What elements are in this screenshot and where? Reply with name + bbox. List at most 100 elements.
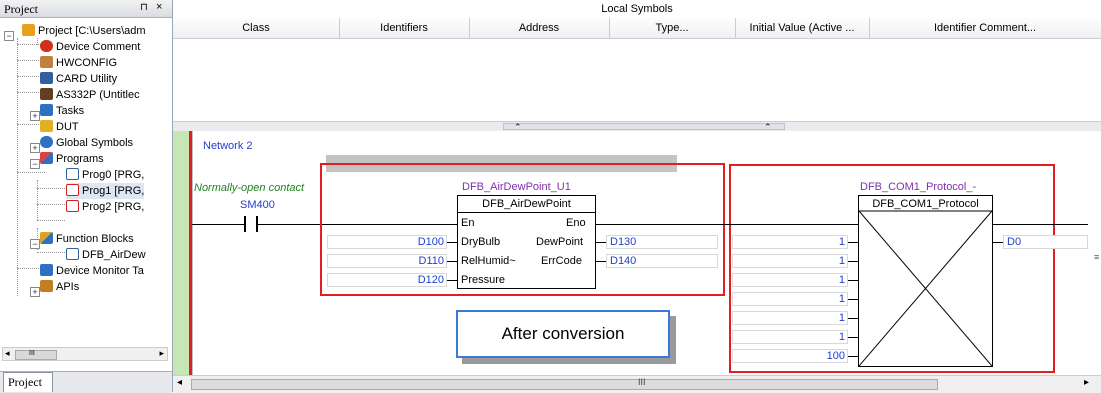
tree-item-global-symbols[interactable]: Global Symbols <box>40 135 133 151</box>
column-header-type[interactable]: Type... <box>609 18 736 38</box>
fb2-input[interactable]: 1 <box>732 254 848 268</box>
pin-wire <box>596 242 606 243</box>
resize-grip-icon[interactable]: ≡ <box>1094 252 1099 262</box>
column-header-identifier-comment[interactable]: Identifier Comment... <box>869 18 1101 38</box>
scroll-left-arrow-icon[interactable]: ◂ <box>177 377 182 388</box>
tree-item-plc[interactable]: AS332P (Untitlec <box>40 87 140 103</box>
project-panel: Project ⊓ × − Project [C:\Users\adm Devi… <box>0 0 173 393</box>
fb1-pin-relhumid: RelHumid~ <box>461 255 516 267</box>
tree-item-programs[interactable]: Programs <box>40 151 104 167</box>
fb1-output-errcode[interactable]: D140 <box>606 254 718 268</box>
fb2-input[interactable]: 1 <box>732 273 848 287</box>
tree-item-apis[interactable]: APIs <box>40 279 79 295</box>
project-icon <box>22 24 35 36</box>
tree-item-label: Prog0 [PRG, <box>82 169 145 181</box>
pin-wire <box>848 356 858 357</box>
fb1-pin-eno: Eno <box>566 217 586 229</box>
project-tree-scrollbar[interactable]: ◂ III ▸ <box>2 347 168 361</box>
tree-item-label: Tasks <box>56 105 85 117</box>
tree-item-prog1[interactable]: Prog1 [PRG, <box>66 183 145 199</box>
pin-wire <box>848 242 858 243</box>
fb1-pin-errcode: ErrCode <box>541 255 582 267</box>
scroll-left-arrow-icon[interactable]: ◂ <box>5 348 10 359</box>
tree-item-prog0[interactable]: Prog0 [PRG, <box>66 167 144 183</box>
tree-item-device-comment[interactable]: Device Comment <box>40 39 140 55</box>
prog-error-icon <box>66 184 79 196</box>
fb1-instance-name[interactable]: DFB_AirDewPoint_U1 <box>462 181 571 193</box>
contact-comment: Normally-open contact <box>194 182 305 194</box>
tree-item-label: Device Monitor Ta <box>56 265 144 277</box>
fb1-input-drybulb[interactable]: D100 <box>327 235 447 249</box>
tree-item-label: Function Blocks <box>56 233 134 245</box>
scroll-grip: III <box>638 377 646 387</box>
column-header-address[interactable]: Address <box>469 18 610 38</box>
tab-project[interactable]: Project <box>3 372 53 392</box>
tree-item-label: AS332P (Untitlec <box>56 89 140 101</box>
editor-scrollbar[interactable]: ◂ III ▸ <box>173 375 1101 393</box>
local-symbols-title: Local Symbols <box>173 0 1101 19</box>
collapse-toggle[interactable]: − <box>4 31 14 41</box>
fb2-instance-name[interactable]: DFB_COM1_Protocol_- <box>860 181 976 193</box>
contact-address[interactable]: SM400 <box>240 199 275 211</box>
local-symbols-table[interactable] <box>173 39 1101 121</box>
fb1-pin-en: En <box>461 217 475 229</box>
tree-item-dfb-airdew[interactable]: DFB_AirDew <box>66 247 146 263</box>
collapse-toggle[interactable]: − <box>30 239 40 249</box>
tree-item-project[interactable]: Project [C:\Users\adm <box>22 23 146 39</box>
collapse-toggle[interactable]: − <box>30 159 40 169</box>
dut-icon <box>40 120 53 132</box>
tree-item-label: HWCONFIG <box>56 57 118 69</box>
tree-item-label: APIs <box>56 281 80 293</box>
contact-left-bar[interactable] <box>244 216 246 232</box>
fb1-input-pressure[interactable]: D120 <box>327 273 447 287</box>
programs-icon <box>40 152 53 164</box>
column-header-identifiers[interactable]: Identifiers <box>339 18 470 38</box>
scroll-thumb[interactable]: III <box>15 350 57 360</box>
fb2-input[interactable]: 1 <box>732 330 848 344</box>
function-blocks-icon <box>40 232 53 244</box>
device-comment-icon <box>40 40 53 52</box>
tree-item-label: Prog2 [PRG, <box>82 201 145 213</box>
fb2-input[interactable]: 1 <box>732 311 848 325</box>
column-header-class[interactable]: Class <box>173 18 340 38</box>
close-icon[interactable]: × <box>156 1 162 13</box>
fb1-output-dewpoint[interactable]: D130 <box>606 235 718 249</box>
tree-item-label: Project [C:\Users\adm <box>38 25 146 37</box>
tree-item-tasks[interactable]: Tasks <box>40 103 84 119</box>
card-utility-icon <box>40 72 53 84</box>
tree-item-card-utility[interactable]: CARD Utility <box>40 71 117 87</box>
column-header-initial-value[interactable]: Initial Value (Active ... <box>735 18 870 38</box>
fb1-type: DFB_AirDewPoint <box>458 196 595 213</box>
tasks-icon <box>40 104 53 116</box>
fb1-input-relhumid[interactable]: D110 <box>327 254 447 268</box>
expand-toggle[interactable]: + <box>30 287 40 297</box>
splitter-grip[interactable]: ⌃ ⌃ <box>503 122 785 132</box>
scroll-thumb[interactable] <box>191 379 938 390</box>
tree-item-prog2[interactable]: Prog2 [PRG, <box>66 199 144 215</box>
disabled-cross-icon <box>859 210 992 366</box>
fb1-pin-drybulb: DryBulb <box>461 236 501 248</box>
pin-icon[interactable]: ⊓ <box>140 2 148 14</box>
network-label[interactable]: Network 2 <box>203 140 253 152</box>
project-tree: − Project [C:\Users\adm Device Comment H… <box>0 20 170 370</box>
scroll-right-arrow-icon[interactable]: ▸ <box>1084 377 1089 388</box>
local-symbols-header: Class Identifiers Address Type... Initia… <box>173 18 1101 39</box>
global-symbols-icon <box>40 136 53 148</box>
expand-toggle[interactable]: + <box>30 143 40 153</box>
pin-wire <box>447 280 457 281</box>
pin-wire <box>848 318 858 319</box>
tree-item-device-monitor[interactable]: Device Monitor Ta <box>40 263 144 279</box>
tree-item-hwconfig[interactable]: HWCONFIG <box>40 55 117 71</box>
pin-wire <box>848 299 858 300</box>
fb2-input[interactable]: 1 <box>732 235 848 249</box>
tree-item-dut[interactable]: DUT <box>40 119 79 135</box>
expand-toggle[interactable]: + <box>30 111 40 121</box>
scroll-right-arrow-icon[interactable]: ▸ <box>159 348 164 359</box>
fb2-output[interactable]: D0 <box>1003 235 1088 249</box>
fb2-input[interactable]: 1 <box>732 292 848 306</box>
network-margin <box>173 131 189 375</box>
tree-item-function-blocks[interactable]: Function Blocks <box>40 231 134 247</box>
fb2-block[interactable]: DFB_COM1_Protocol <box>858 195 993 367</box>
pin-wire <box>596 261 606 262</box>
fb2-input[interactable]: 100 <box>732 349 848 363</box>
